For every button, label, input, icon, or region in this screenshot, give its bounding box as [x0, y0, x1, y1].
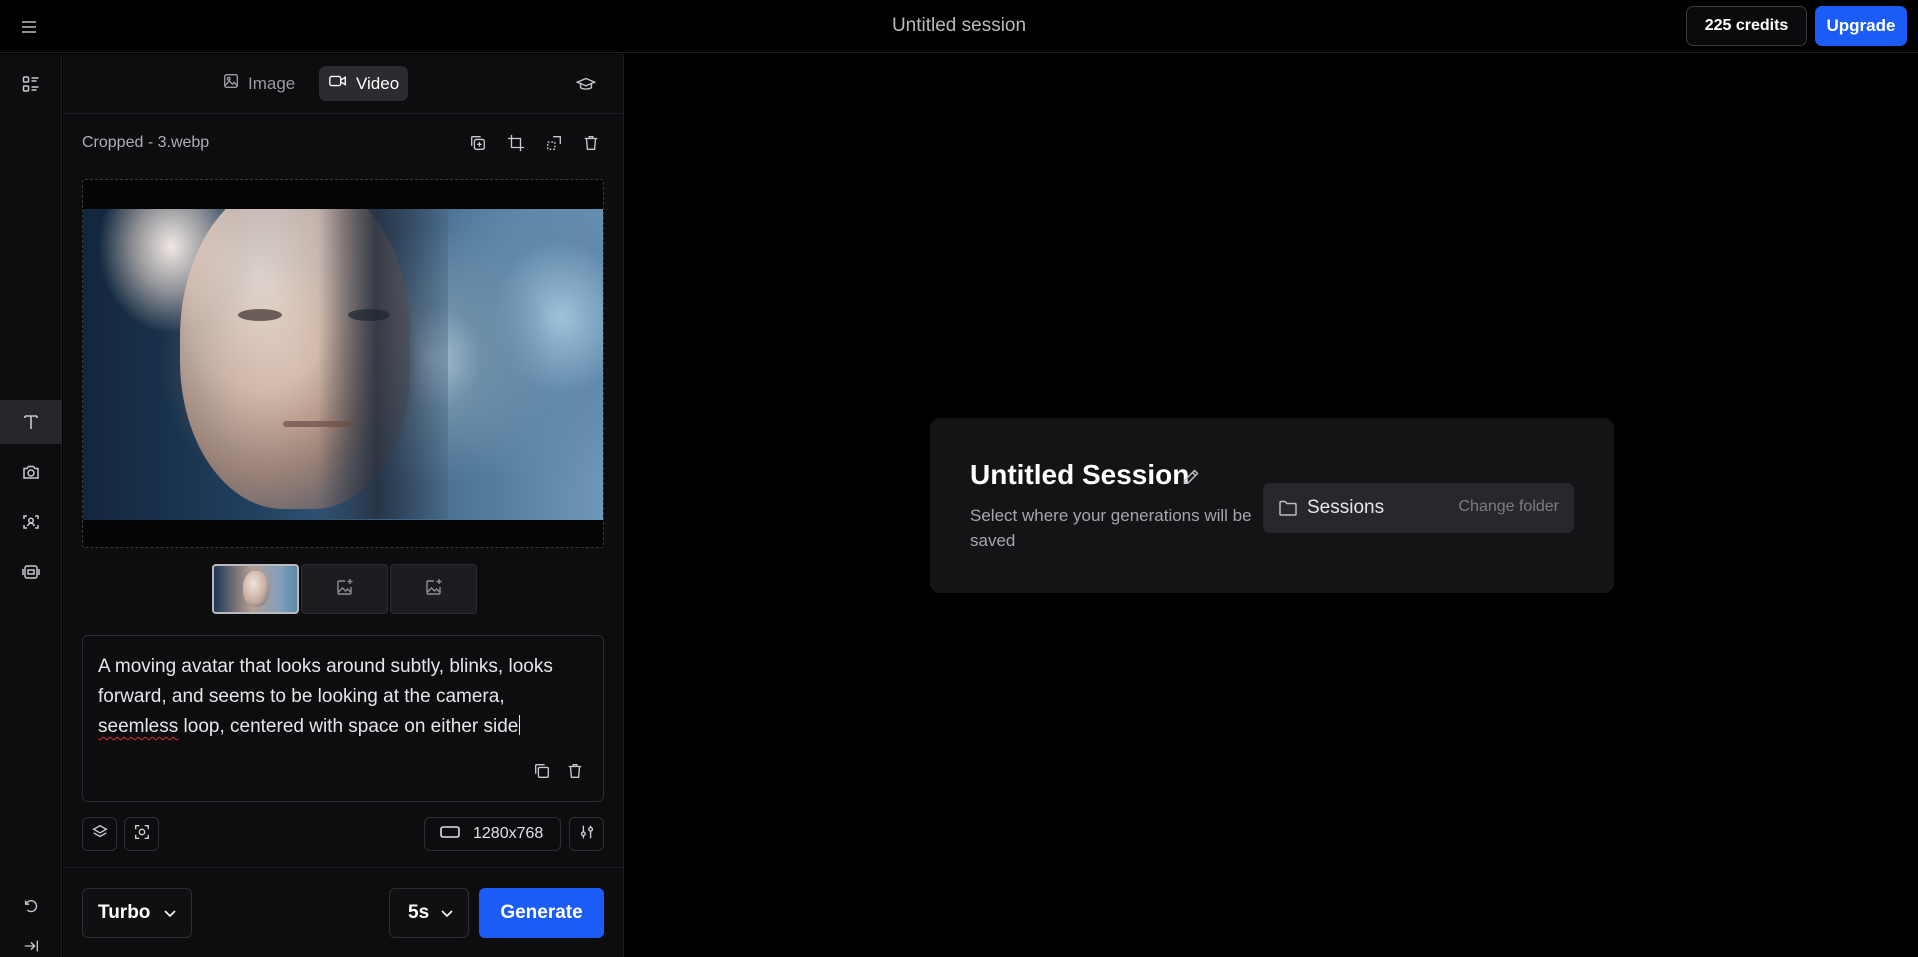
- hamburger-icon[interactable]: [16, 14, 42, 40]
- chevron-down-icon: [440, 902, 454, 924]
- aspect-icon: [439, 824, 461, 845]
- frames-icon[interactable]: [0, 550, 62, 594]
- duplicate-icon[interactable]: [465, 130, 491, 156]
- collapse-icon[interactable]: [0, 924, 62, 957]
- face-scan-icon[interactable]: [0, 500, 62, 544]
- focus-button[interactable]: [124, 817, 159, 851]
- upgrade-button[interactable]: Upgrade: [1815, 6, 1907, 46]
- crop-icon[interactable]: [503, 130, 529, 156]
- reference-thumbnail-selected[interactable]: [212, 564, 299, 614]
- focus-icon: [133, 823, 151, 846]
- file-name: Cropped - 3.webp: [82, 134, 210, 151]
- session-card-title: Untitled Session: [970, 459, 1190, 490]
- advanced-settings-button[interactable]: [569, 817, 604, 851]
- prompt-input[interactable]: A moving avatar that looks around subtly…: [98, 652, 588, 742]
- add-image-slot[interactable]: [390, 564, 477, 614]
- prompt-box[interactable]: A moving avatar that looks around subtly…: [82, 635, 604, 802]
- misspelled-word: seemless: [98, 716, 179, 737]
- session-title: Untitled session: [891, 15, 1027, 36]
- add-image-slot[interactable]: [301, 564, 388, 614]
- text-caret: [519, 715, 521, 735]
- left-rail: [0, 54, 62, 957]
- model-label: Turbo: [98, 902, 151, 923]
- resolution-label: 1280x768: [473, 825, 544, 842]
- session-card: Untitled Session Select where your gener…: [930, 418, 1614, 593]
- generate-button[interactable]: Generate: [479, 888, 604, 938]
- resolution-button[interactable]: 1280x768: [424, 817, 561, 851]
- folder-selector[interactable]: Sessions Change folder: [1263, 483, 1574, 533]
- tab-video-label: Video: [356, 73, 400, 93]
- change-folder-button[interactable]: Change folder: [1458, 498, 1559, 516]
- prompt-text-line: A moving avatar that looks around subtly…: [98, 656, 553, 707]
- mask-icon[interactable]: [541, 130, 567, 156]
- copy-icon[interactable]: [529, 758, 555, 784]
- generation-panel: Image Video Cropped - 3.webp A moving av…: [63, 54, 624, 957]
- list-icon[interactable]: [0, 62, 62, 106]
- settings-sliders-icon: [578, 823, 596, 846]
- folder-name: Sessions: [1307, 497, 1385, 518]
- credits-button[interactable]: 225 credits: [1686, 6, 1807, 46]
- model-select[interactable]: Turbo: [82, 888, 192, 938]
- camera-icon[interactable]: [0, 450, 62, 494]
- reference-thumbnails: [212, 564, 477, 614]
- pencil-icon[interactable]: [1179, 465, 1203, 489]
- duration-label: 5s: [408, 902, 430, 923]
- trash-icon[interactable]: [562, 758, 588, 784]
- video-icon: [328, 72, 348, 95]
- control-row: 1280x768: [82, 817, 604, 851]
- prompt-text-rest: loop, centered with space on either side: [178, 716, 519, 737]
- add-image-icon: [335, 577, 355, 602]
- tab-image[interactable]: Image: [213, 66, 304, 101]
- avatar-photo: [83, 209, 603, 520]
- session-description: Select where your generations will be sa…: [970, 506, 1252, 550]
- layers-icon: [91, 823, 109, 846]
- trash-icon[interactable]: [578, 130, 604, 156]
- file-header: Cropped - 3.webp: [82, 128, 604, 158]
- image-preview: [82, 179, 604, 548]
- layers-button[interactable]: [82, 817, 117, 851]
- tab-image-label: Image: [248, 73, 296, 93]
- mode-tabs: Image Video: [63, 54, 624, 114]
- top-bar: Untitled session 225 credits Upgrade: [0, 0, 1918, 53]
- tab-video[interactable]: Video: [319, 66, 409, 101]
- image-icon: [222, 72, 240, 95]
- folder-icon: [1277, 497, 1299, 519]
- chevron-down-icon: [163, 902, 177, 924]
- duration-select[interactable]: 5s: [389, 888, 469, 938]
- graduation-cap-icon[interactable]: [573, 71, 599, 97]
- add-image-icon: [424, 577, 444, 602]
- text-icon[interactable]: [0, 400, 62, 444]
- undo-icon[interactable]: [0, 884, 62, 928]
